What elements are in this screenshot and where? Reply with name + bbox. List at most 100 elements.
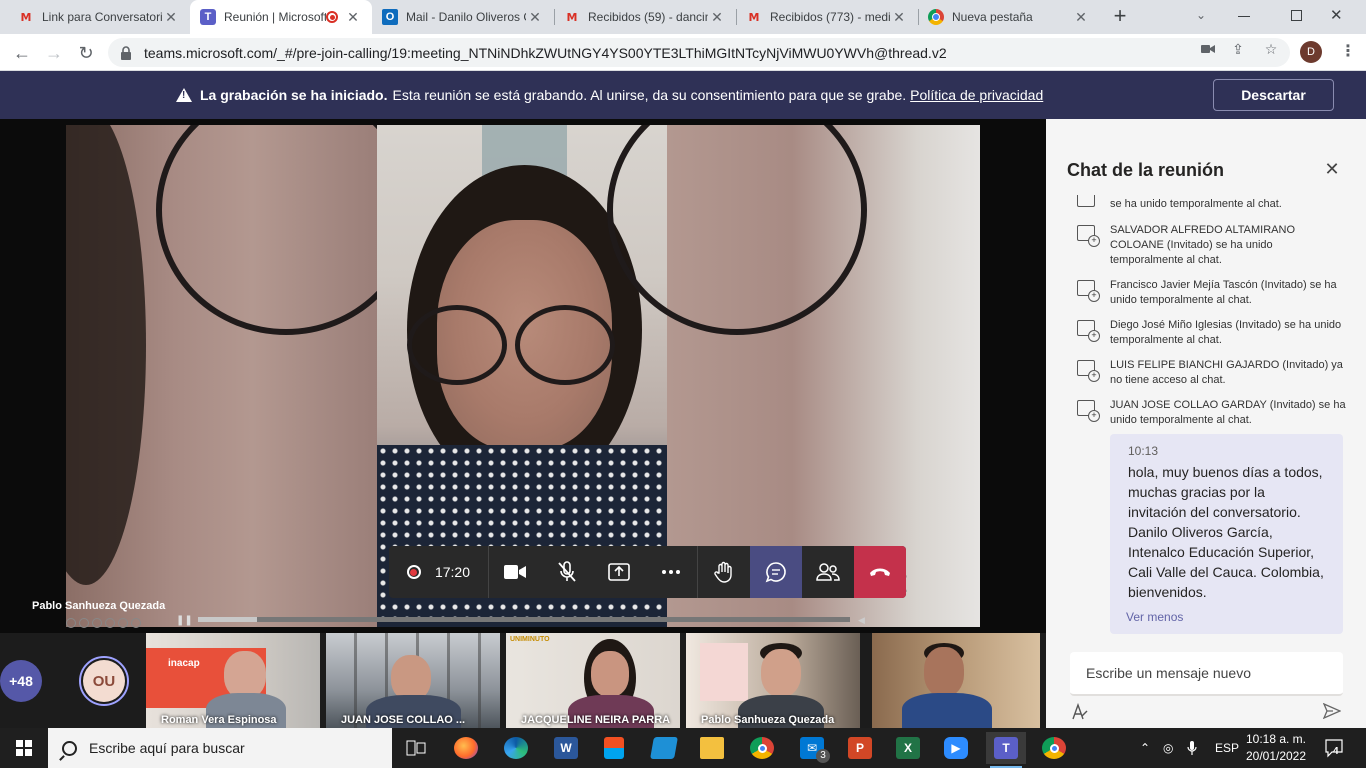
monitor-button[interactable] [644, 732, 684, 764]
video-panel-left [66, 125, 416, 627]
chat-button[interactable] [750, 546, 802, 598]
windows-taskbar: Escribe aquí para buscar W ✉ 3 P X ▶ T ⌃… [0, 728, 1366, 768]
zoom-icon: ▶ [944, 737, 968, 759]
show-hidden-icons[interactable]: ⌃ [1140, 728, 1150, 768]
format-icon[interactable] [1071, 702, 1089, 726]
close-tab-icon[interactable]: ✕ [1072, 9, 1090, 26]
chat-event: LUIS FELIPE BIANCHI GAJARDO (Invitado) y… [1077, 358, 1347, 388]
prev-icon[interactable] [66, 618, 76, 628]
task-view-button[interactable] [396, 732, 436, 764]
close-window-icon[interactable]: ✕ [1330, 6, 1343, 24]
meet-now-icon[interactable]: ◎ [1163, 728, 1173, 768]
banner-text: Esta reunión se está grabando. Al unirse… [392, 87, 907, 103]
bookmark-star-icon[interactable]: ☆ [1261, 39, 1281, 59]
share-page-icon[interactable]: ⇪ [1228, 39, 1248, 59]
browser-tab[interactable]: O Mail - Danilo Oliveros García ✕ [372, 0, 554, 34]
close-tab-icon[interactable]: ✕ [344, 9, 362, 26]
chat-event: Francisco Javier Mejía Tascón (Invitado)… [1077, 278, 1347, 308]
edit-icon[interactable] [92, 618, 102, 628]
close-tab-icon[interactable]: ✕ [526, 9, 544, 26]
more-participants-button[interactable]: +48 [0, 660, 42, 702]
task-view-icon [406, 740, 426, 756]
forward-icon[interactable]: → [40, 40, 68, 66]
teams-button[interactable]: T [986, 732, 1026, 768]
participant-tile[interactable]: Pablo Sanhueza Quezada [686, 633, 860, 728]
chat-event-text: Francisco Javier Mejía Tascón (Invitado)… [1110, 279, 1337, 306]
camera-in-use-icon[interactable] [1198, 39, 1218, 59]
excel-button[interactable]: X [888, 732, 928, 764]
gmail-icon: M [566, 10, 578, 24]
dismiss-button[interactable]: Descartar [1213, 79, 1334, 111]
more-actions-button[interactable] [645, 546, 697, 598]
message-compose-box[interactable]: Escribe un mensaje nuevo [1070, 652, 1343, 696]
firefox-button[interactable] [446, 732, 486, 764]
chrome-profile-button[interactable] [1034, 732, 1074, 764]
close-tab-icon[interactable]: ✕ [708, 9, 726, 26]
word-button[interactable]: W [546, 732, 586, 764]
raise-hand-icon [714, 561, 732, 583]
play-icon[interactable] [79, 618, 89, 628]
participant-tile[interactable]: JUAN JOSE COLLAO ... [326, 633, 500, 728]
browser-tab[interactable]: M Recibidos (773) - media ✕ [736, 0, 918, 34]
close-icon[interactable]: ✕ [1322, 159, 1342, 179]
microphone-icon[interactable] [1187, 728, 1197, 768]
language-indicator[interactable]: ESP [1215, 728, 1239, 768]
tab-search-icon[interactable]: ⌄ [1196, 8, 1206, 22]
minimize-icon[interactable] [1238, 16, 1250, 17]
pause-icon[interactable]: ❚❚ [176, 615, 193, 626]
monitor-icon [650, 737, 678, 759]
new-tab-button[interactable]: + [1108, 5, 1132, 29]
participant-tile[interactable]: inacap Roman Vera Espinosa [146, 633, 320, 728]
chat-event-text: Diego José Miño Iglesias (Invitado) se h… [1110, 319, 1342, 346]
privacy-policy-link[interactable]: Política de privacidad [910, 87, 1043, 103]
share-button[interactable] [593, 546, 645, 598]
leave-event-icon [1077, 360, 1100, 382]
participants-button[interactable] [802, 546, 854, 598]
browser-tab[interactable]: Nueva pestaña ✕ [918, 0, 1100, 34]
copy-icon[interactable] [105, 618, 115, 628]
notifications-button[interactable]: 4 [1324, 738, 1344, 758]
avatar[interactable]: OU [79, 656, 129, 706]
profile-avatar[interactable]: D [1300, 41, 1322, 63]
taskbar-search-box[interactable]: Escribe aquí para buscar [48, 728, 392, 768]
edge-button[interactable] [496, 732, 536, 764]
start-button[interactable] [0, 728, 48, 768]
raise-hand-button[interactable] [698, 546, 750, 598]
browser-tab-active[interactable]: T Reunión | Microsoft Teams ✕ [190, 0, 372, 34]
zoom-icon[interactable] [118, 618, 128, 628]
participant-tile[interactable] [872, 633, 1040, 728]
taskbar-clock[interactable]: 10:18 a. m. 20/01/2022 [1245, 731, 1307, 765]
chrome-button[interactable] [742, 732, 782, 764]
search-icon [62, 740, 77, 756]
message-time: 10:13 [1128, 444, 1159, 458]
recording-icon [326, 11, 338, 23]
zoom-button[interactable]: ▶ [936, 732, 976, 764]
banner-message: La grabación se ha iniciado. Esta reunió… [176, 87, 1043, 103]
participant-tile[interactable]: UNIMINUTO JACQUELINE NEIRA PARRA [506, 633, 680, 728]
camera-button[interactable] [489, 546, 541, 598]
mail-button[interactable]: ✉ 3 [792, 732, 832, 764]
browser-tab[interactable]: M Link para Conversatorio ✕ [8, 0, 190, 34]
powerpoint-button[interactable]: P [840, 732, 880, 764]
mic-button[interactable] [541, 546, 593, 598]
close-tab-icon[interactable]: ✕ [162, 9, 180, 26]
presenter-name: Pablo Sanhueza Quezada [32, 600, 166, 612]
file-explorer-button[interactable] [692, 732, 732, 764]
close-tab-icon[interactable]: ✕ [890, 9, 908, 26]
send-icon[interactable] [1322, 702, 1342, 724]
restore-icon[interactable] [1291, 10, 1302, 21]
video-progress-bar[interactable] [198, 617, 850, 622]
address-bar[interactable]: teams.microsoft.com/_#/pre-join-calling/… [108, 38, 1290, 67]
chat-message[interactable]: 10:13 hola, muy buenos días a todos, muc… [1110, 434, 1343, 634]
back-icon[interactable]: ← [8, 40, 36, 66]
chrome-menu-icon[interactable]: ⋮ [1338, 41, 1358, 63]
reload-icon[interactable]: ↻ [72, 40, 100, 66]
meeting-stage: ot Pablo Sanhueza Quezada ❚❚ ◀ 17:20 [0, 119, 1046, 633]
hang-up-button[interactable] [854, 546, 906, 598]
browser-tab[interactable]: M Recibidos (59) - dancing ✕ [554, 0, 736, 34]
store-button[interactable] [594, 732, 634, 764]
glasses-right-shape [515, 305, 615, 385]
see-less-link[interactable]: Ver menos [1126, 610, 1183, 624]
volume-icon[interactable]: ◀ [858, 615, 865, 626]
more-icon[interactable] [131, 618, 141, 628]
